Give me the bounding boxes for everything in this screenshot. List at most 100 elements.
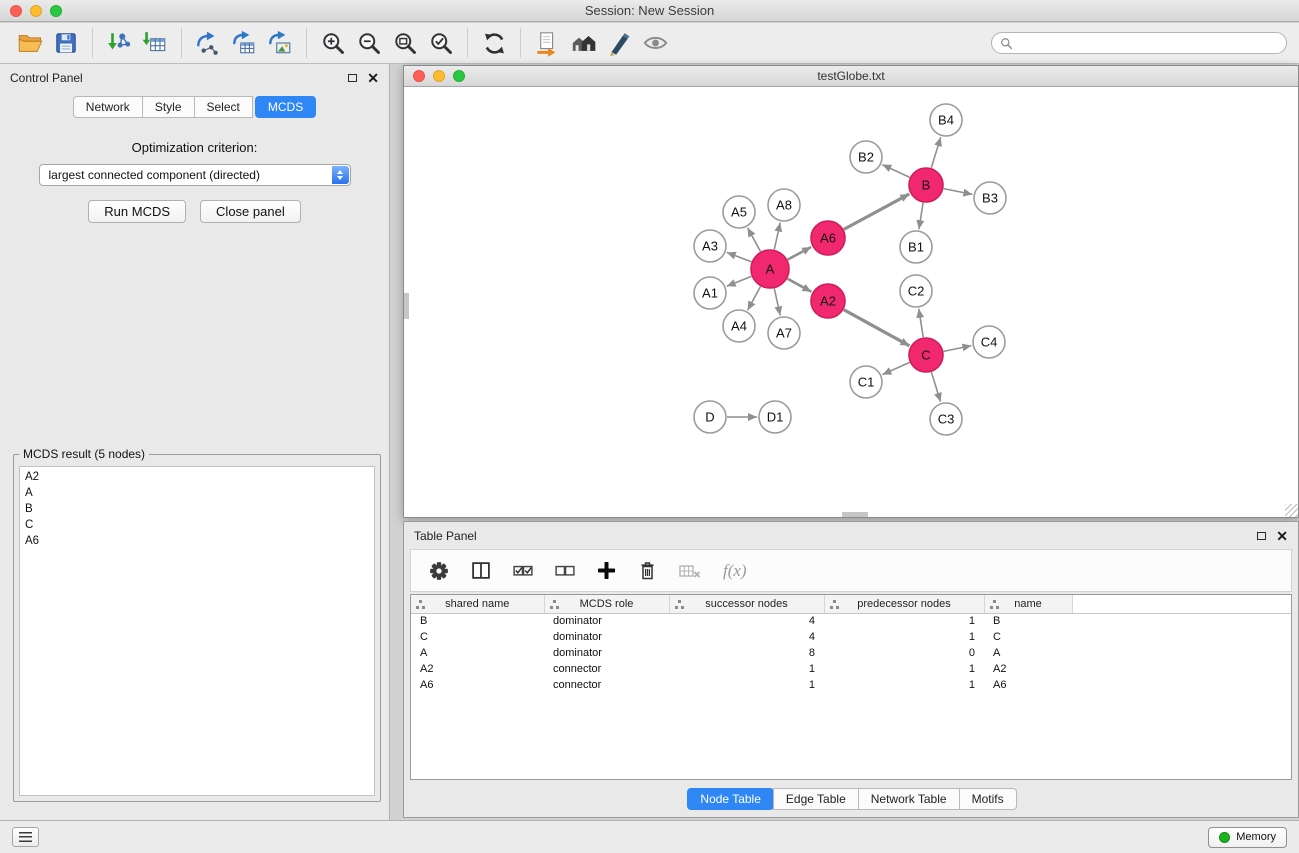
graph-node-A4[interactable]: A4 [723,310,755,342]
graph-edge-C-C2[interactable] [919,309,923,337]
delete-column-button[interactable] [638,561,657,581]
delete-table-button[interactable] [679,563,701,579]
apply-layout-button[interactable] [476,26,512,60]
zoom-fit-button[interactable] [387,26,423,60]
graph-node-B[interactable]: B [909,168,943,202]
close-panel-icon[interactable]: ✕ [367,73,379,83]
mcds-result-list[interactable]: A2ABCA6 [19,466,375,796]
mcds-result-item[interactable]: A [20,485,374,501]
mcds-result-item[interactable]: B [20,501,374,517]
graph-edge-A2-C[interactable] [844,310,910,346]
zoom-selected-button[interactable] [423,26,459,60]
float-table-panel-icon[interactable] [1257,532,1266,540]
graph-edge-B-B2[interactable] [882,165,909,178]
graph-edge-A6-B[interactable] [844,194,910,229]
network-canvas[interactable]: AA6A2BCA1A3A4A5A7A8B1B2B3B4C1C2C3C4DD1 [404,87,1298,517]
optimization-criterion-dropdown[interactable]: largest connected component (directed) [39,164,351,186]
select-all-button[interactable] [513,562,533,580]
show-columns-button[interactable] [471,561,491,580]
graph-edge-B-B1[interactable] [919,203,923,229]
graph-edge-A-A5[interactable] [748,228,761,252]
graph-edge-A-A6[interactable] [788,247,812,260]
graphics-details-button[interactable] [601,26,637,60]
table-row[interactable]: Bdominator41B [411,613,1291,629]
graph-node-C2[interactable]: C2 [900,275,932,307]
tab-mcds[interactable]: MCDS [255,96,316,118]
graph-node-A1[interactable]: A1 [694,277,726,309]
vertical-scroll-thumb[interactable] [404,293,409,319]
graph-node-B2[interactable]: B2 [850,141,882,173]
export-network-button[interactable] [190,26,226,60]
graph-node-B1[interactable]: B1 [900,231,932,263]
tab-motifs[interactable]: Motifs [959,788,1017,810]
mcds-result-item[interactable]: A2 [20,469,374,485]
zoom-out-button[interactable] [351,26,387,60]
graph-node-C3[interactable]: C3 [930,403,962,435]
graph-node-D[interactable]: D [694,401,726,433]
search-input[interactable] [1018,36,1278,50]
graph-node-B4[interactable]: B4 [930,104,962,136]
run-mcds-button[interactable]: Run MCDS [88,200,186,223]
graph-edge-C-C3[interactable] [931,372,940,402]
graph-node-A6[interactable]: A6 [811,221,845,255]
table-row[interactable]: Adominator80A [411,645,1291,661]
export-image-button[interactable] [262,26,298,60]
graph-node-A8[interactable]: A8 [768,189,800,221]
task-history-button[interactable] [12,827,39,847]
tab-network-table[interactable]: Network Table [858,788,960,810]
column-header-successor-nodes[interactable]: successor nodes [669,595,824,613]
search-field[interactable] [991,32,1287,54]
close-panel-button[interactable]: Close panel [200,200,301,223]
table-row[interactable]: A2connector11A2 [411,661,1291,677]
network-window-titlebar[interactable]: testGlobe.txt [404,66,1298,87]
graph-edge-B-B4[interactable] [931,137,940,168]
zoom-in-button[interactable] [315,26,351,60]
column-header-MCDS-role[interactable]: MCDS role [544,595,669,613]
close-table-panel-icon[interactable]: ✕ [1276,531,1288,541]
column-header-name[interactable]: name [984,595,1072,613]
deselect-all-button[interactable] [555,562,575,580]
tab-node-table[interactable]: Node Table [687,788,774,810]
column-header-predecessor-nodes[interactable]: predecessor nodes [824,595,984,613]
save-session-button[interactable] [48,26,84,60]
graph-node-A[interactable]: A [751,250,789,288]
graph-edge-A-A7[interactable] [774,289,780,316]
graph-node-A5[interactable]: A5 [723,196,755,228]
graph-edge-A-A2[interactable] [788,279,812,292]
tab-edge-table[interactable]: Edge Table [773,788,859,810]
graph-edge-C-C4[interactable] [944,346,972,352]
open-session-button[interactable] [12,26,48,60]
graph-node-C1[interactable]: C1 [850,366,882,398]
graph-node-D1[interactable]: D1 [759,401,791,433]
graph-node-C[interactable]: C [909,338,943,372]
memory-status-button[interactable]: Memory [1208,827,1287,848]
first-neighbors-button[interactable] [529,26,565,60]
graph-node-A2[interactable]: A2 [811,284,845,318]
import-network-button[interactable] [101,26,137,60]
column-header-shared-name[interactable]: shared name [411,595,544,613]
graph-edge-A-A1[interactable] [727,276,752,286]
function-builder-button[interactable]: f(x) [723,561,747,581]
table-row[interactable]: Cdominator41C [411,629,1291,645]
export-table-button[interactable] [226,26,262,60]
graph-edge-A-A3[interactable] [727,252,752,261]
table-settings-button[interactable] [429,561,449,581]
node-table-container[interactable]: shared nameMCDS rolesuccessor nodesprede… [410,594,1292,780]
horizontal-scroll-thumb[interactable] [842,512,868,517]
graph-edge-C-C1[interactable] [882,362,909,374]
tab-select[interactable]: Select [194,96,253,118]
graph-edge-B-B3[interactable] [944,189,973,195]
network-overview-button[interactable] [565,26,601,60]
graph-node-A7[interactable]: A7 [768,317,800,349]
graph-edge-A-A8[interactable] [774,223,780,250]
import-table-button[interactable] [137,26,173,60]
float-panel-icon[interactable] [348,74,357,82]
graph-node-B3[interactable]: B3 [974,182,1006,214]
birds-eye-button[interactable] [637,26,673,60]
graph-node-A3[interactable]: A3 [694,230,726,262]
resize-grip[interactable] [1285,504,1298,517]
mcds-result-item[interactable]: C [20,517,374,533]
graph-edge-A-A4[interactable] [748,287,761,311]
table-row[interactable]: A6connector11A6 [411,677,1291,693]
tab-style[interactable]: Style [142,96,195,118]
